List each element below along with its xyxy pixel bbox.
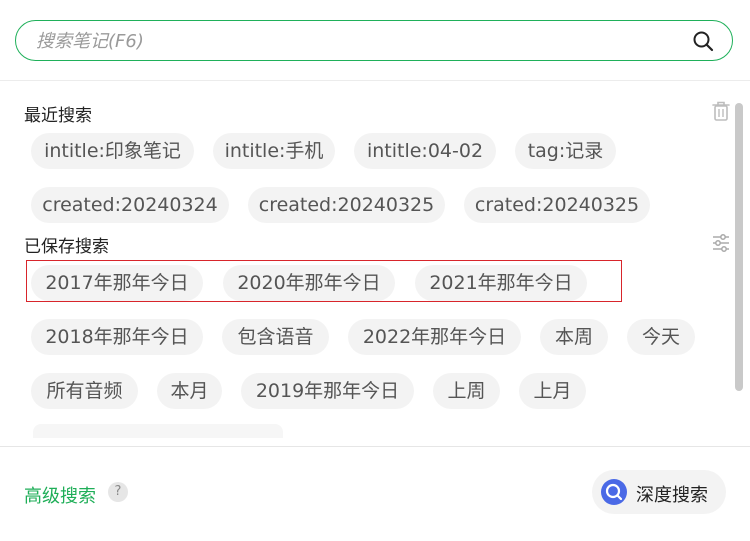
saved-search-tag[interactable]: 本周 <box>540 319 608 355</box>
recent-search-tag[interactable]: crated:20240325 <box>464 187 650 223</box>
saved-search-tag[interactable]: 2022年那年今日 <box>348 319 521 355</box>
search-input[interactable] <box>34 21 678 61</box>
recent-search-tag[interactable]: intitle:印象笔记 <box>31 133 194 169</box>
saved-search-tag[interactable]: 本月 <box>157 373 222 409</box>
partial-tag <box>33 424 283 438</box>
search-icon[interactable] <box>692 30 714 52</box>
saved-search-tag[interactable]: 上月 <box>519 373 586 409</box>
saved-searches-title: 已保存搜索 <box>24 237 109 257</box>
advanced-search-link[interactable]: 高级搜索 <box>24 482 96 508</box>
help-icon[interactable]: ? <box>108 482 128 502</box>
deep-search-icon <box>601 479 627 505</box>
deep-search-label: 深度搜索 <box>636 485 708 506</box>
saved-search-tag[interactable]: 所有音频 <box>31 373 138 409</box>
filter-settings-icon[interactable] <box>711 233 731 253</box>
saved-search-tag[interactable]: 2019年那年今日 <box>241 373 414 409</box>
search-box[interactable] <box>15 20 733 61</box>
saved-search-tag[interactable]: 包含语音 <box>222 319 329 355</box>
saved-search-tag[interactable]: 今天 <box>627 319 695 355</box>
recent-search-tag[interactable]: tag:记录 <box>515 133 616 169</box>
search-bar-area <box>0 0 750 81</box>
trash-icon[interactable] <box>711 100 731 122</box>
saved-search-tag[interactable]: 2018年那年今日 <box>31 319 203 355</box>
scrollbar[interactable] <box>735 103 743 391</box>
deep-search-button[interactable]: 深度搜索 <box>592 470 726 514</box>
saved-search-tag[interactable]: 上周 <box>433 373 500 409</box>
recent-search-tag[interactable]: intitle:04-02 <box>354 133 496 169</box>
recent-searches-title: 最近搜索 <box>24 106 92 126</box>
recent-search-tag[interactable]: created:20240325 <box>248 187 445 223</box>
recent-search-tag[interactable]: intitle:手机 <box>213 133 335 169</box>
recent-search-tag[interactable]: created:20240324 <box>31 187 229 223</box>
highlight-box <box>26 260 622 302</box>
